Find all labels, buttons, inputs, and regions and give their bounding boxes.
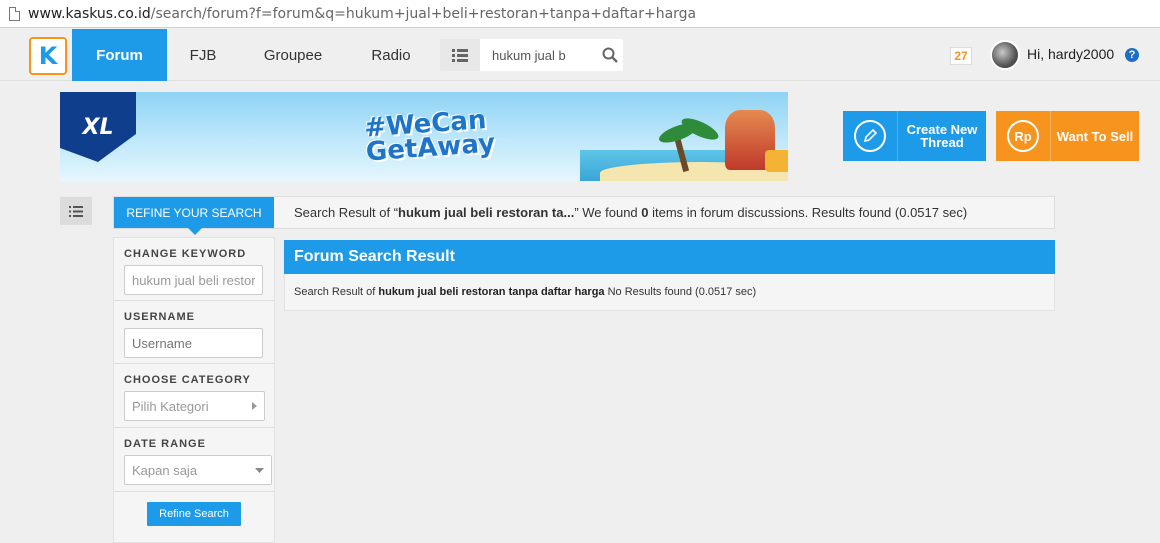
url-text[interactable]: www.kaskus.co.id/search/forum?f=forum&q=…: [28, 6, 696, 22]
date-range-label: DATE RANGE: [124, 438, 206, 450]
nav-forum[interactable]: Forum: [72, 29, 167, 81]
search-scope-button[interactable]: [440, 39, 480, 71]
user-greeting[interactable]: Hi, hardy2000: [1027, 46, 1114, 62]
page-icon: [9, 6, 20, 21]
date-range-section: DATE RANGE Kapan saja: [114, 428, 274, 492]
logo-letter: K: [38, 42, 58, 70]
category-label: CHOOSE CATEGORY: [124, 374, 251, 386]
want-to-sell-label: Want To Sell: [1056, 128, 1134, 144]
create-thread-button[interactable]: Create New Thread: [843, 111, 986, 161]
url-path: /search/forum?f=forum&q=hukum+jual+beli+…: [150, 5, 697, 22]
results-title: Forum Search Result: [284, 240, 1055, 274]
chevron-down-icon: [255, 467, 264, 473]
kaskus-logo[interactable]: K: [29, 37, 67, 75]
username-label: USERNAME: [124, 311, 195, 323]
keyword-label: CHANGE KEYWORD: [124, 248, 247, 260]
create-thread-label-2: Thread: [920, 135, 964, 150]
keyword-input[interactable]: [124, 265, 263, 295]
search-icon: [602, 47, 618, 63]
refine-sidebar: CHANGE KEYWORD USERNAME CHOOSE CATEGORY …: [113, 237, 275, 543]
banner-bus: [765, 150, 788, 172]
xl-logo: XL: [60, 92, 136, 162]
refine-your-search-tab[interactable]: REFINE YOUR SEARCH: [114, 197, 274, 235]
banner-tagline: #WeCan GetAway: [363, 105, 496, 168]
search-button[interactable]: [602, 47, 618, 63]
pencil-icon: [854, 120, 886, 152]
create-thread-label: Create New Thread: [898, 123, 986, 149]
category-select[interactable]: Pilih Kategori: [124, 391, 265, 421]
results-message: Search Result of hukum jual beli restora…: [284, 274, 1055, 311]
results-suffix: No Results found (0.0517 sec): [604, 286, 757, 298]
search-summary: Search Result of “hukum jual beli restor…: [294, 205, 967, 220]
url-host: www.kaskus.co.id: [28, 5, 151, 22]
category-value: Pilih Kategori: [132, 398, 209, 414]
search-box: [440, 39, 623, 71]
summary-mid: ” We found: [574, 205, 642, 220]
help-icon[interactable]: ?: [1125, 48, 1139, 62]
username-input[interactable]: [124, 328, 263, 358]
avatar[interactable]: [990, 40, 1020, 70]
list-icon: [452, 48, 468, 62]
username-section: USERNAME: [114, 301, 274, 364]
summary-query: hukum jual beli restoran ta...: [398, 205, 575, 220]
nav-groupee[interactable]: Groupee: [239, 29, 347, 81]
top-navbar: K Forum FJB Groupee Radio 27 Hi, hardy20…: [0, 29, 1160, 81]
results-query: hukum jual beli restoran tanpa daftar ha…: [378, 286, 605, 298]
date-range-select[interactable]: Kapan saja: [124, 455, 272, 485]
xl-logo-text: XL: [82, 114, 114, 140]
sidebar-toggle-button[interactable]: [60, 197, 92, 225]
refine-search-button[interactable]: Refine Search: [147, 502, 241, 526]
keyword-section: CHANGE KEYWORD: [114, 238, 274, 301]
pencil-icon-svg: [863, 128, 878, 143]
nav-radio[interactable]: Radio: [347, 29, 435, 81]
list-icon: [69, 205, 83, 217]
summary-prefix: Search Result of “: [294, 205, 399, 220]
create-thread-icon-box: [843, 111, 898, 161]
want-to-sell-icon-box: Rp: [996, 111, 1051, 161]
chevron-right-icon: [252, 402, 257, 410]
date-range-value: Kapan saja: [132, 462, 198, 478]
want-to-sell-button[interactable]: Rp Want To Sell: [996, 111, 1139, 161]
summary-count: 0: [641, 205, 649, 220]
search-input[interactable]: [492, 47, 592, 63]
banner-tagline-line2: GetAway: [364, 128, 496, 168]
results-prefix: Search Result of: [294, 286, 379, 298]
nav-fjb[interactable]: FJB: [167, 29, 239, 81]
refine-header-bar: REFINE YOUR SEARCH Search Result of “huk…: [113, 196, 1055, 235]
rupiah-icon: Rp: [1007, 120, 1039, 152]
notification-count[interactable]: 27: [950, 47, 972, 65]
category-section: CHOOSE CATEGORY Pilih Kategori: [114, 364, 274, 428]
summary-suffix: items in forum discussions. Results foun…: [648, 205, 968, 220]
browser-url-bar[interactable]: www.kaskus.co.id/search/forum?f=forum&q=…: [0, 0, 1160, 28]
ad-banner[interactable]: XL #WeCan GetAway: [60, 92, 788, 181]
